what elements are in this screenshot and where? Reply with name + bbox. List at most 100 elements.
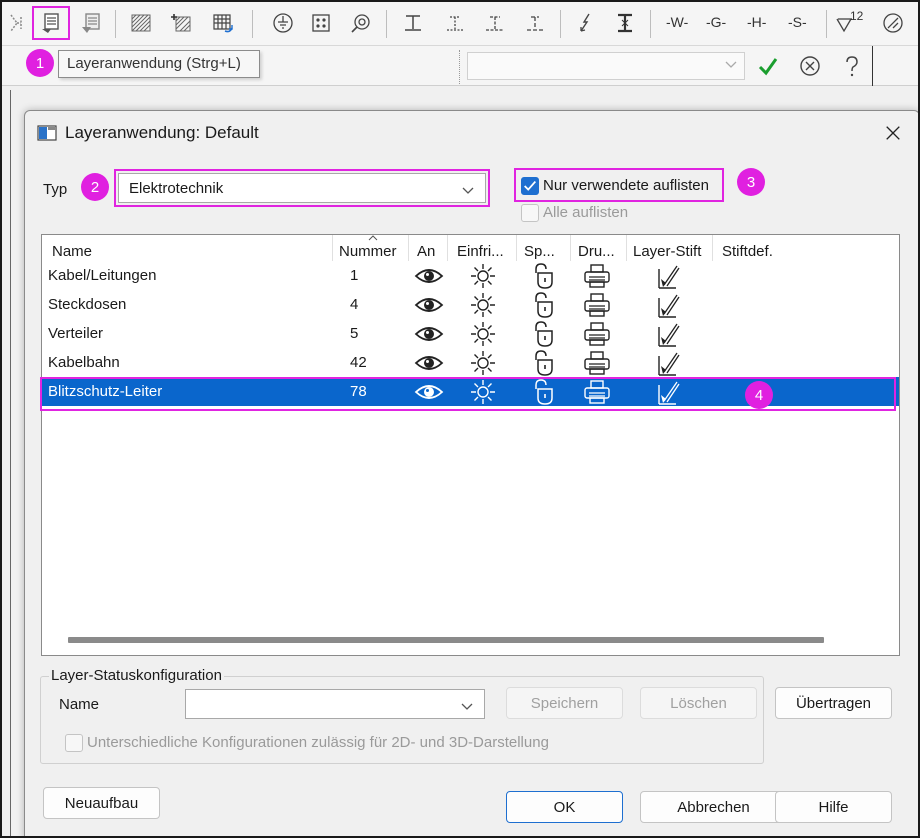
freeze-sun-icon[interactable] (468, 263, 498, 289)
save-button[interactable]: Speichern (506, 687, 623, 719)
search-symbol-icon[interactable] (346, 8, 376, 38)
main-toolbar: -W- -G- -H- -S- 12 (2, 2, 918, 46)
beam-dashed-icon[interactable] (480, 8, 510, 38)
layer-filter-icon[interactable] (76, 8, 106, 38)
printer-icon[interactable] (582, 263, 612, 289)
grid-refresh-icon[interactable] (208, 8, 238, 38)
layer-list[interactable]: Name Nummer An Einfri... Sp... Dru... La… (41, 234, 900, 656)
cable-route-icon[interactable] (4, 8, 34, 38)
toolbar-w-button[interactable]: -W- (666, 14, 688, 30)
column-header-freeze[interactable]: Einfri... (457, 243, 504, 260)
delete-button[interactable]: Löschen (640, 687, 757, 719)
lock-open-icon[interactable] (528, 350, 558, 376)
hatch-add-icon[interactable] (166, 8, 196, 38)
layer-pen-icon[interactable] (654, 292, 684, 318)
allow-configs-label: Unterschiedliche Konfigurationen zulässi… (87, 734, 549, 751)
allow-configs-checkbox[interactable] (65, 734, 83, 752)
type-select-value: Elektrotechnik (129, 180, 224, 197)
transfer-button[interactable]: Übertragen (775, 687, 892, 719)
row-name: Steckdosen (48, 296, 127, 313)
close-icon (886, 126, 900, 140)
beam-dotted-icon[interactable] (440, 8, 470, 38)
type-label: Typ (43, 181, 68, 198)
freeze-sun-icon[interactable] (468, 350, 498, 376)
layer-dialog: Layeranwendung: Default Typ 2 Elektrotec… (24, 110, 918, 836)
table-row[interactable]: Verteiler 5 (42, 319, 899, 348)
table-row[interactable]: Kabel/Leitungen 1 (42, 261, 899, 290)
layer-pen-icon[interactable] (654, 263, 684, 289)
table-row[interactable]: Steckdosen 4 (42, 290, 899, 319)
help-question-icon[interactable] (838, 52, 866, 80)
config-name-label: Name (59, 696, 100, 713)
column-header-pen-def[interactable]: Stiftdef. (722, 243, 773, 260)
ok-button[interactable]: OK (506, 791, 623, 823)
table-row[interactable]: Kabelbahn 42 (42, 348, 899, 377)
column-header-name[interactable]: Name (52, 243, 92, 260)
outlet-box-icon[interactable] (306, 8, 336, 38)
chevron-down-icon (462, 187, 474, 194)
row-number: 42 (350, 354, 367, 371)
toolbar-h-button[interactable]: -H- (747, 14, 766, 30)
horizontal-scrollbar[interactable] (68, 637, 824, 643)
list-all-label: Alle auflisten (543, 204, 629, 221)
context-combo[interactable] (467, 52, 745, 80)
marker-badge-1: 1 (26, 49, 54, 77)
tooltip: Layeranwendung (Strg+L) (58, 50, 260, 78)
cancel-button[interactable]: Abbrechen (640, 791, 787, 823)
angle-measure-icon[interactable] (878, 8, 908, 38)
column-header-number[interactable]: Nummer (339, 243, 397, 260)
app-window: -W- -G- -H- -S- 12 1 Layeranwendung (Str… (0, 0, 920, 838)
rebuild-button[interactable]: Neuaufbau (43, 787, 160, 819)
toolbar-g-button[interactable]: -G- (706, 14, 726, 30)
marker-badge-3: 3 (737, 168, 765, 196)
column-header-lock[interactable]: Sp... (524, 243, 555, 260)
beam-split-icon[interactable] (520, 8, 550, 38)
numbering-button[interactable]: 12 (834, 8, 868, 38)
column-header-print[interactable]: Dru... (578, 243, 615, 260)
layer-pen-icon[interactable] (654, 321, 684, 347)
freeze-sun-icon[interactable] (468, 321, 498, 347)
list-all-checkbox[interactable] (521, 204, 539, 222)
close-button[interactable] (881, 121, 905, 145)
i-beam-icon[interactable] (610, 8, 640, 38)
row-number: 1 (350, 267, 359, 284)
layer-usage-icon[interactable] (36, 8, 66, 38)
row-name: Kabel/Leitungen (48, 267, 157, 284)
visibility-eye-icon[interactable] (414, 292, 444, 318)
layer-pen-icon[interactable] (654, 350, 684, 376)
row-number: 5 (350, 325, 359, 342)
visibility-eye-icon[interactable] (414, 350, 444, 376)
chevron-down-icon (725, 61, 737, 68)
only-used-label: Nur verwendete auflisten (543, 177, 709, 194)
printer-icon[interactable] (582, 292, 612, 318)
column-header-layer-pen[interactable]: Layer-Stift (633, 243, 701, 260)
toolbar-s-button[interactable]: -S- (788, 14, 807, 30)
hatch-pattern-icon[interactable] (126, 8, 156, 38)
visibility-eye-icon[interactable] (414, 321, 444, 347)
printer-icon[interactable] (582, 350, 612, 376)
lock-open-icon[interactable] (528, 263, 558, 289)
freeze-sun-icon[interactable] (468, 292, 498, 318)
beam-symbol-icon[interactable] (398, 8, 428, 38)
lock-open-icon[interactable] (528, 321, 558, 347)
only-used-checkbox[interactable] (521, 177, 539, 195)
confirm-check-icon[interactable] (754, 52, 782, 80)
row-number: 4 (350, 296, 359, 313)
checkmark-icon (524, 180, 536, 191)
dialog-title: Layeranwendung: Default (65, 123, 259, 142)
row-name: Verteiler (48, 325, 104, 342)
printer-icon[interactable] (582, 321, 612, 347)
chevron-down-icon (461, 703, 473, 710)
status-config-title: Layer-Statuskonfiguration (49, 667, 224, 684)
lock-open-icon[interactable] (528, 292, 558, 318)
cancel-circle-icon[interactable] (796, 52, 824, 80)
ground-symbol-icon[interactable] (268, 8, 298, 38)
help-button[interactable]: Hilfe (775, 791, 892, 823)
marker-badge-2: 2 (81, 173, 109, 201)
config-name-select[interactable] (185, 689, 485, 719)
column-header-on[interactable]: An (417, 243, 435, 260)
row-name: Kabelbahn (48, 354, 120, 371)
visibility-eye-icon[interactable] (414, 263, 444, 289)
type-select[interactable]: Elektrotechnik (118, 173, 486, 203)
lightning-icon[interactable] (570, 8, 600, 38)
